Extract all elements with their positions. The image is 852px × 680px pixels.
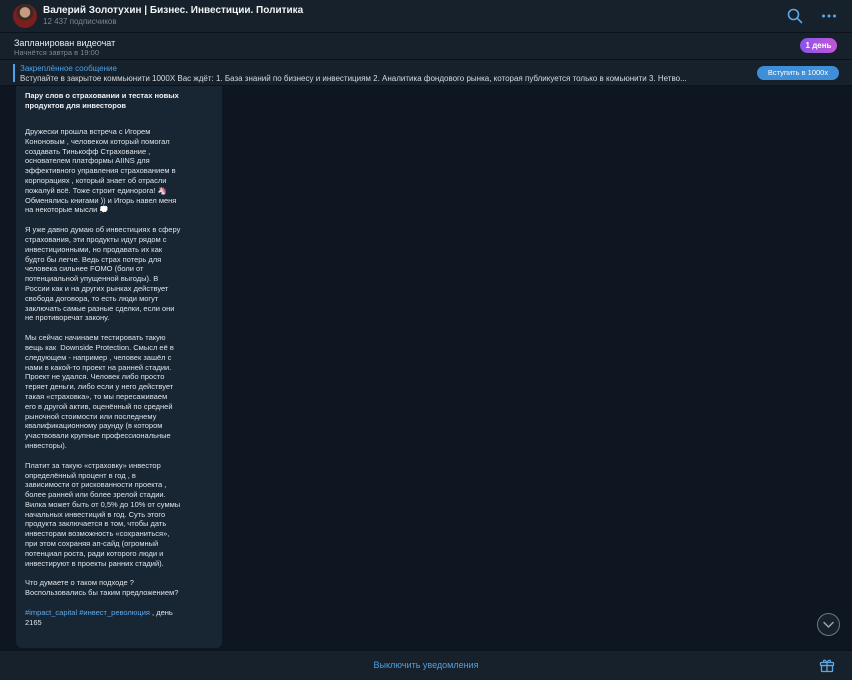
join-community-button[interactable]: Вступить в 1000х — [757, 66, 839, 80]
chat-header: Валерий Золотухин | Бизнес. Инвестиции. … — [0, 0, 852, 33]
scroll-down-button[interactable] — [817, 613, 840, 636]
gift-button[interactable] — [818, 656, 836, 674]
channel-title[interactable]: Валерий Золотухин | Бизнес. Инвестиции. … — [43, 5, 303, 16]
search-icon — [787, 8, 803, 24]
message-paragraph: Что думаете о таком подходе ? Воспользов… — [25, 578, 179, 598]
subscriber-count: 12 437 подписчиков — [43, 17, 117, 26]
more-icon — [822, 14, 836, 18]
message-hashtags: #impact_capital #инвест_революция , день… — [25, 608, 214, 628]
video-chat-bar[interactable]: Запланирован видеочат Начнётся завтра в … — [0, 33, 852, 60]
bottom-bar: Выключить уведомления — [0, 650, 852, 680]
pinned-message-bar[interactable]: Закреплённое сообщение Вступайте в закры… — [0, 60, 852, 86]
pinned-indicator — [13, 64, 15, 82]
message-bubble[interactable]: Пару слов о страховании и тестах новых п… — [16, 86, 222, 648]
mute-notifications-button[interactable]: Выключить уведомления — [0, 651, 852, 679]
message-paragraph: Мы сейчас начинаем тестировать такую вещ… — [25, 333, 174, 450]
message-paragraph: Дружески прошла встреча с Игорем Кононов… — [25, 127, 177, 215]
message-list[interactable]: Пару слов о страховании и тестах новых п… — [0, 86, 852, 650]
hashtag-link[interactable]: #impact_capital — [25, 608, 77, 617]
hashtag-link[interactable]: #инвест_революция — [79, 608, 150, 617]
video-chat-countdown-badge[interactable]: 1 день — [800, 38, 837, 53]
message-paragraph: Платит за такую «страховку» инвестор опр… — [25, 460, 181, 568]
pinned-title: Закреплённое сообщение — [20, 64, 117, 73]
avatar[interactable] — [13, 4, 37, 28]
video-chat-title: Запланирован видеочат — [14, 38, 116, 48]
gift-icon — [819, 659, 835, 673]
message-paragraph: Я уже давно думаю об инвестициях в сферу… — [25, 225, 181, 323]
pinned-text: Вступайте в закрытое коммьюнити 1000Х Ва… — [20, 74, 687, 83]
message-title: Пару слов о страховании и тестах новых п… — [25, 91, 179, 110]
video-chat-subtitle: Начнётся завтра в 19:00 — [14, 48, 100, 57]
more-button[interactable] — [820, 7, 838, 25]
chevron-down-icon — [823, 621, 834, 628]
search-button[interactable] — [786, 7, 804, 25]
